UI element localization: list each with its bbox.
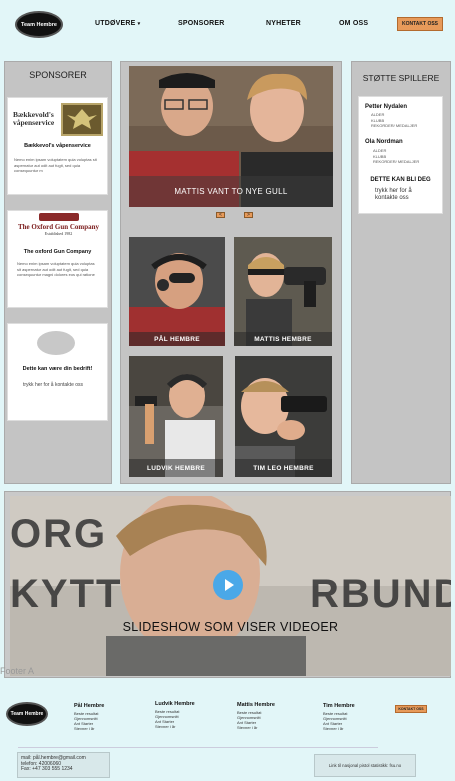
athlete-photo-mattis: [234, 237, 332, 346]
athlete-name-pal: PÅL HEMBRE: [129, 332, 225, 346]
footer-col-mattis: Mattis Hembre Beste resultat Gjennomsnit…: [237, 702, 275, 730]
sponsor-desc-oxford: Nemo enim ipsam voluptatem quia voluptas…: [17, 261, 95, 277]
sponsor-name-your-company: Dette kan være din bedrift!: [22, 366, 93, 372]
support-player-details-2: ALDER KLUBB REKORDER/ MEDALJER: [373, 148, 419, 165]
support-player-name-2[interactable]: Ola Nordman: [365, 139, 403, 145]
support-player-1-item: REKORDER/ MEDALJER: [371, 123, 418, 128]
play-button[interactable]: [213, 570, 243, 600]
site-logo[interactable]: Team Hembre: [15, 11, 63, 38]
support-cta-link[interactable]: trykk her for å kontakte oss: [375, 188, 430, 202]
footer-col-pal: Pål Hembre Beste resultat Gjennomsnitt A…: [74, 703, 104, 731]
sponsor-logo-oxford: The Oxford Gun Company Established 1982: [12, 213, 105, 245]
nav-om-oss[interactable]: OM OSS: [339, 20, 368, 27]
support-card: Petter Nydalen ALDER KLUBB REKORDER/ MED…: [358, 96, 443, 214]
footer-statistics-link-text: Link til nasjonal pistol statistikk: fsu…: [328, 763, 402, 768]
nav-sponsorer[interactable]: SPONSORER: [178, 20, 225, 27]
footer-logo[interactable]: Team Hembre: [6, 702, 48, 726]
athlete-name-ludvik: LUDVIK HEMBRE: [129, 459, 223, 477]
support-player-2-item: REKORDER/ MEDALJER: [373, 159, 420, 164]
footer-contact-box: mail: pål.hembre@gmail.com telefon: 4200…: [17, 752, 110, 778]
footer-stat: Stevner i år: [237, 725, 258, 730]
footer-contact-button[interactable]: KONTAKT OSS: [395, 705, 427, 713]
footer-logo-text: Team Hembre: [10, 711, 44, 717]
footer-stat: Stevner i år: [323, 726, 344, 731]
footer-divider: [18, 747, 378, 748]
athlete-name-tim-leo: TIM LEO HEMBRE: [235, 459, 332, 477]
sponsor-logo-oxford-line1: The Oxford Gun Company: [17, 223, 100, 231]
sponsor-logo-oxford-line2: Established 1982: [44, 231, 73, 236]
athlete-tile-pal[interactable]: PÅL HEMBRE: [129, 237, 225, 346]
footer-contact-fax: Fax: +47 303 555 1234: [21, 766, 73, 772]
nav-nyheter[interactable]: NYHETER: [266, 20, 301, 27]
sponsor-desc-baekkevold: Nemo enim ipsam voluptatem quia voluptas…: [14, 157, 97, 173]
footer-stat: Stevner i år: [74, 726, 95, 731]
placeholder-logo-icon: [37, 331, 75, 355]
gun-icon: [38, 213, 79, 221]
support-player-name-1[interactable]: Petter Nydalen: [365, 104, 407, 110]
athlete-tile-mattis[interactable]: MATTIS HEMBRE: [234, 237, 332, 346]
footer-col-title[interactable]: Tim Hembre: [323, 703, 355, 709]
play-icon: [225, 579, 234, 591]
footer-col-title[interactable]: Mattis Hembre: [237, 702, 275, 708]
support-cta-title: DETTE KAN BLI DEG: [370, 177, 431, 183]
footer-statistics-link[interactable]: Link til nasjonal pistol statistikk: fsu…: [314, 754, 416, 777]
footer-col-ludvik: Ludvik Hembre Beste resultat Gjennomsnit…: [155, 701, 195, 729]
site-logo-text: Team Hembre: [21, 21, 57, 28]
video-player[interactable]: ORG KYTT RBUND SLIDESHOW SOM VISER VIDEO…: [10, 496, 451, 676]
footer-col-title[interactable]: Ludvik Hembre: [155, 701, 195, 707]
athlete-tile-tim-leo[interactable]: TIM LEO HEMBRE: [235, 356, 332, 477]
sponsor-card-baekkevold[interactable]: Bækkevold's våpenservice Bækkevol's våpe…: [7, 97, 108, 195]
hero-next-button[interactable]: >: [244, 212, 253, 218]
sponsor-card-oxford[interactable]: The Oxford Gun Company Established 1982 …: [7, 210, 108, 308]
support-player-details-1: ALDER KLUBB REKORDER/ MEDALJER: [371, 112, 417, 129]
hero-image[interactable]: MATTIS VANT TO NYE GULL: [129, 66, 333, 207]
sponsor-logo-baekkevold: Bækkevold's våpenservice: [13, 103, 105, 136]
hero-caption: MATTIS VANT TO NYE GULL: [129, 176, 333, 207]
video-caption: SLIDESHOW SOM VISER VIDEOER: [122, 620, 339, 634]
sponsor-card-your-company[interactable]: Dette kan være din bedrift! trykk her fo…: [7, 323, 108, 421]
nav-utdovere[interactable]: UTDØVERE ▾: [95, 20, 140, 27]
header-contact-button[interactable]: KONTAKT OSS: [397, 17, 443, 31]
athlete-photo-pal: [129, 237, 225, 346]
footer-stat: Stevner i år: [155, 724, 176, 729]
nav-utdovere-label: UTDØVERE: [95, 20, 136, 27]
chevron-down-icon: ▾: [137, 21, 141, 27]
sponsor-name-baekkevold: Bækkevol's våpenservice: [24, 143, 91, 149]
sponsors-title: SPONSORER: [29, 70, 87, 80]
hero-prev-button[interactable]: <: [216, 212, 225, 218]
sponsor-name-oxford: The oxford Gun Company: [23, 249, 92, 255]
athlete-tile-ludvik[interactable]: LUDVIK HEMBRE: [129, 356, 223, 477]
footer-col-title[interactable]: Pål Hembre: [74, 703, 104, 709]
sponsor-cta-link[interactable]: trykk her for å kontakte oss: [23, 382, 93, 388]
video-bg-text-3: RBUND: [310, 572, 451, 616]
footer-col-tim: Tim Hembre Beste resultat Gjennomsnitt A…: [323, 703, 355, 731]
video-bg-text-2: KYTT: [10, 572, 123, 616]
footer-label: Footer A: [0, 666, 35, 676]
video-bg-text-1: ORG: [10, 512, 108, 556]
eagle-icon: [61, 103, 103, 136]
athlete-name-mattis: MATTIS HEMBRE: [234, 332, 332, 346]
sponsor-logo-line2: våpenservice: [13, 118, 55, 127]
support-title: STØTTE SPILLERE: [362, 73, 440, 83]
